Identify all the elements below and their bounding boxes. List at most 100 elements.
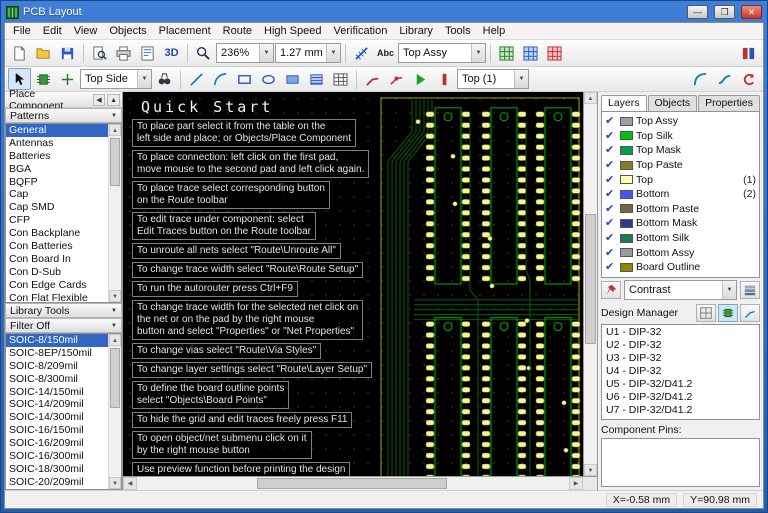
layer-visibility-checkbox[interactable]: ✔ bbox=[605, 188, 617, 200]
collapse-left-icon[interactable]: ◀ bbox=[93, 94, 106, 106]
scrollbar-thumb[interactable] bbox=[110, 138, 120, 186]
design-canvas[interactable]: Quick Start To place part select it from… bbox=[123, 92, 597, 490]
new-button[interactable] bbox=[8, 42, 31, 64]
menu-item-help[interactable]: Help bbox=[477, 24, 512, 38]
menu-item-edit[interactable]: Edit bbox=[37, 24, 68, 38]
layer-color-swatch[interactable] bbox=[620, 204, 633, 213]
layer-color-swatch[interactable] bbox=[620, 131, 633, 140]
menu-item-high-speed[interactable]: High Speed bbox=[258, 24, 328, 38]
chevron-down-icon[interactable]: ▼ bbox=[722, 281, 736, 299]
scrollbar-track[interactable] bbox=[109, 136, 121, 290]
pattern-item[interactable]: BQFP bbox=[6, 176, 108, 189]
component-pins-list[interactable] bbox=[601, 438, 760, 487]
pattern-item[interactable]: BGA bbox=[6, 163, 108, 176]
zoom-combo[interactable]: 236%▼ bbox=[216, 43, 274, 63]
table-button[interactable] bbox=[329, 68, 352, 90]
tab-properties[interactable]: Properties bbox=[698, 95, 760, 111]
chevron-down-icon[interactable]: ▼ bbox=[514, 70, 528, 88]
place-arc-button[interactable] bbox=[209, 68, 232, 90]
verification-button[interactable] bbox=[543, 42, 566, 64]
layer-row[interactable]: ✔Top Paste bbox=[603, 158, 758, 173]
filter-button[interactable]: Filter Off ▼ bbox=[5, 318, 122, 333]
close-button[interactable]: ✕ bbox=[741, 5, 762, 19]
layer-row[interactable]: ✔Bottom(2) bbox=[603, 187, 758, 202]
footprints-scrollbar[interactable]: ▲ ▼ bbox=[108, 334, 121, 489]
layer-color-swatch[interactable] bbox=[620, 219, 633, 228]
layer-row[interactable]: ✔Bottom Paste bbox=[603, 202, 758, 217]
menu-item-tools[interactable]: Tools bbox=[439, 24, 477, 38]
footprint-item[interactable]: SOIC-8/150mil bbox=[6, 334, 108, 347]
footprint-item[interactable]: SOIC-8/209mil bbox=[6, 360, 108, 373]
update-layers-button[interactable] bbox=[495, 42, 518, 64]
layer-visibility-checkbox[interactable]: ✔ bbox=[605, 144, 617, 156]
layer-row[interactable]: ✔Top(1) bbox=[603, 172, 758, 187]
update-traces-button[interactable] bbox=[737, 68, 760, 90]
layer-visibility-checkbox[interactable]: ✔ bbox=[605, 115, 617, 127]
scrollbar-thumb[interactable] bbox=[257, 478, 447, 489]
menu-item-objects[interactable]: Objects bbox=[103, 24, 152, 38]
side-combo[interactable]: Top Side▼ bbox=[80, 69, 152, 89]
scroll-right-icon[interactable]: ▶ bbox=[569, 477, 583, 490]
layer-visibility-checkbox[interactable]: ✔ bbox=[605, 174, 617, 186]
library-tools-button[interactable]: Library Tools ▼ bbox=[5, 303, 122, 318]
canvas-view[interactable]: Quick Start To place part select it from… bbox=[123, 92, 583, 476]
layer-color-swatch[interactable] bbox=[620, 146, 633, 155]
chevron-down-icon[interactable]: ▼ bbox=[471, 44, 485, 62]
layer-row[interactable]: ✔Bottom Assy bbox=[603, 245, 758, 260]
fillet-trace-button[interactable] bbox=[689, 68, 712, 90]
menu-item-view[interactable]: View bbox=[68, 24, 104, 38]
pattern-item[interactable]: CFP bbox=[6, 214, 108, 227]
layer-row[interactable]: ✔Bottom Mask bbox=[603, 216, 758, 231]
measure-button[interactable] bbox=[350, 42, 373, 64]
layer-visibility-checkbox[interactable]: ✔ bbox=[605, 232, 617, 244]
open-button[interactable] bbox=[32, 42, 55, 64]
pattern-item[interactable]: Con Board In bbox=[6, 253, 108, 266]
menu-item-route[interactable]: Route bbox=[217, 24, 258, 38]
layer-row[interactable]: ✔Board Outline bbox=[603, 260, 758, 275]
contrast-combo[interactable]: Contrast▼ bbox=[624, 280, 737, 300]
search-button[interactable] bbox=[153, 68, 176, 90]
layer-combo[interactable]: Top (1)▼ bbox=[457, 69, 529, 89]
patterns-section-button[interactable]: Patterns ▼ bbox=[5, 108, 122, 123]
pattern-item[interactable]: Cap bbox=[6, 188, 108, 201]
pattern-item[interactable]: General bbox=[6, 124, 108, 137]
scroll-up-icon[interactable]: ▲ bbox=[109, 124, 121, 136]
chevron-down-icon[interactable]: ▼ bbox=[137, 70, 151, 88]
component-item[interactable]: U4 - DIP-32 bbox=[602, 365, 759, 378]
place-rectangle-button[interactable] bbox=[233, 68, 256, 90]
layer-visibility-checkbox[interactable]: ✔ bbox=[605, 159, 617, 171]
scrollbar-thumb[interactable] bbox=[585, 214, 596, 344]
print-preview-button[interactable] bbox=[88, 42, 111, 64]
patterns-scrollbar[interactable]: ▲ ▼ bbox=[108, 124, 121, 302]
route-setup-button[interactable] bbox=[433, 68, 456, 90]
save-button[interactable] bbox=[56, 42, 79, 64]
layer-color-swatch[interactable] bbox=[620, 190, 633, 199]
title-bar[interactable]: PCB Layout — ❐ ✕ bbox=[4, 4, 764, 22]
maximize-button[interactable]: ❐ bbox=[714, 5, 735, 19]
footprint-item[interactable]: SOIC-18/300mil bbox=[6, 463, 108, 476]
dm-components-button[interactable] bbox=[718, 304, 738, 322]
layer-visibility-checkbox[interactable]: ✔ bbox=[605, 247, 617, 259]
place-ellipse-button[interactable] bbox=[257, 68, 280, 90]
menu-item-file[interactable]: File bbox=[7, 24, 37, 38]
layer-color-swatch[interactable] bbox=[620, 263, 633, 272]
print-button[interactable] bbox=[112, 42, 135, 64]
layer-color-swatch[interactable] bbox=[620, 248, 633, 257]
chevron-down-icon[interactable]: ▼ bbox=[326, 44, 340, 62]
scrollbar-track[interactable] bbox=[137, 477, 569, 490]
layer-visibility-checkbox[interactable]: ✔ bbox=[605, 217, 617, 229]
pattern-item[interactable]: Antennas bbox=[6, 137, 108, 150]
smooth-trace-button[interactable] bbox=[713, 68, 736, 90]
scroll-down-icon[interactable]: ▼ bbox=[109, 290, 121, 302]
3d-view-button[interactable]: 3D bbox=[160, 42, 183, 64]
chevron-down-icon[interactable]: ▼ bbox=[259, 44, 273, 62]
scrollbar-thumb[interactable] bbox=[110, 348, 120, 408]
footprint-item[interactable]: SOIC-14/150mil bbox=[6, 386, 108, 399]
tab-layers[interactable]: Layers bbox=[601, 95, 647, 111]
tab-objects[interactable]: Objects bbox=[648, 95, 698, 111]
component-item[interactable]: U6 - DIP-32/D41.2 bbox=[602, 391, 759, 404]
pattern-item[interactable]: Cap SMD bbox=[6, 201, 108, 214]
footprint-item[interactable]: SOIC-14/209mil bbox=[6, 398, 108, 411]
layer-row[interactable]: ✔Top Assy bbox=[603, 114, 758, 129]
layer-pin-button[interactable] bbox=[601, 281, 621, 299]
